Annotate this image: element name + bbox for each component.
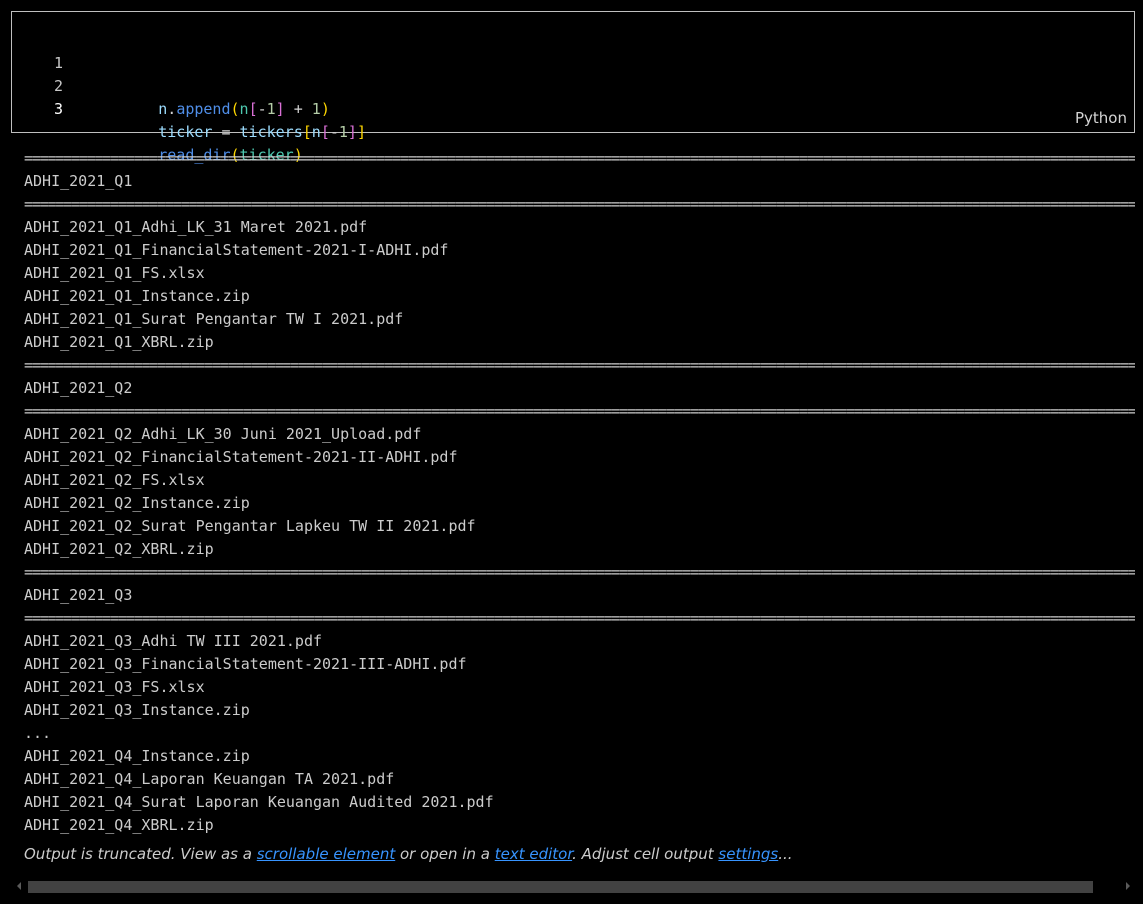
code-cell[interactable]: 1 n.append(n[-1] + 1) 2 ticker = tickers… bbox=[11, 11, 1135, 164]
scrollbar-thumb[interactable] bbox=[28, 881, 1093, 893]
cell-output: ========================================… bbox=[24, 147, 1135, 837]
output-line: ADHI_2021_Q2_Surat Pengantar Lapkeu TW I… bbox=[24, 517, 476, 535]
output-separator: ========================================… bbox=[24, 149, 1135, 167]
output-line: ADHI_2021_Q2_FinancialStatement-2021-II-… bbox=[24, 448, 458, 466]
code-token: [ bbox=[302, 123, 312, 141]
output-line: ADHI_2021_Q1_FS.xlsx bbox=[24, 264, 205, 282]
code-editor[interactable]: 1 n.append(n[-1] + 1) 2 ticker = tickers… bbox=[12, 29, 366, 164]
output-line: ADHI_2021_Q1_FinancialStatement-2021-I-A… bbox=[24, 241, 449, 259]
output-line: ADHI_2021_Q4_XBRL.zip bbox=[24, 816, 214, 834]
code-line-3[interactable]: 3 read_dir(ticker) bbox=[12, 75, 303, 164]
output-separator: ========================================… bbox=[24, 402, 1135, 420]
output-line: ADHI_2021_Q1 bbox=[24, 172, 133, 190]
output-separator: ========================================… bbox=[24, 356, 1135, 374]
code-token: [ bbox=[320, 123, 330, 141]
output-line: ADHI_2021_Q4_Surat Laporan Keuangan Audi… bbox=[24, 793, 494, 811]
settings-link[interactable]: settings bbox=[718, 845, 778, 863]
notice-text: Output is truncated. View as a bbox=[24, 845, 257, 863]
scroll-right-icon[interactable] bbox=[1126, 882, 1130, 890]
output-line: ADHI_2021_Q2_FS.xlsx bbox=[24, 471, 205, 489]
output-separator: ========================================… bbox=[24, 195, 1135, 213]
output-line: ADHI_2021_Q2 bbox=[24, 379, 133, 397]
output-line: ADHI_2021_Q3_FS.xlsx bbox=[24, 678, 205, 696]
scrollable-element-link[interactable]: scrollable element bbox=[257, 845, 395, 863]
notice-text: . Adjust cell output bbox=[572, 845, 719, 863]
code-token: - bbox=[329, 123, 339, 141]
output-line: ADHI_2021_Q3_FinancialStatement-2021-III… bbox=[24, 655, 467, 673]
code-line-2[interactable]: 2 ticker = tickers[n[-1]] bbox=[12, 52, 366, 141]
code-token: 1 bbox=[338, 123, 348, 141]
notice-text: ... bbox=[778, 845, 793, 863]
output-line: ADHI_2021_Q1_Adhi_LK_31 Maret 2021.pdf bbox=[24, 218, 368, 236]
output-truncated-notice: Output is truncated. View as a scrollabl… bbox=[24, 845, 793, 863]
output-line: ... bbox=[24, 724, 52, 742]
output-line: ADHI_2021_Q2_XBRL.zip bbox=[24, 540, 214, 558]
code-token: ] bbox=[347, 123, 357, 141]
output-line: ADHI_2021_Q3_Instance.zip bbox=[24, 701, 250, 719]
output-line: ADHI_2021_Q2_Instance.zip bbox=[24, 494, 250, 512]
output-line: ADHI_2021_Q2_Adhi_LK_30 Juni 2021_Upload… bbox=[24, 425, 422, 443]
output-line: ADHI_2021_Q3 bbox=[24, 586, 133, 604]
line-number: 3 bbox=[53, 100, 63, 118]
cell-language-label[interactable]: Python bbox=[1075, 109, 1127, 127]
text-editor-link[interactable]: text editor bbox=[495, 845, 572, 863]
output-line: ADHI_2021_Q1_Surat Pengantar TW I 2021.p… bbox=[24, 310, 404, 328]
output-line: ADHI_2021_Q1_XBRL.zip bbox=[24, 333, 214, 351]
scroll-left-icon[interactable] bbox=[17, 882, 21, 890]
output-line: ADHI_2021_Q4_Instance.zip bbox=[24, 747, 250, 765]
code-line-1[interactable]: 1 n.append(n[-1] + 1) bbox=[12, 29, 330, 118]
output-separator: ========================================… bbox=[24, 609, 1135, 627]
notice-text: or open in a bbox=[395, 845, 495, 863]
horizontal-scrollbar[interactable] bbox=[12, 879, 1135, 895]
output-line: ADHI_2021_Q1_Instance.zip bbox=[24, 287, 250, 305]
output-line: ADHI_2021_Q3_Adhi TW III 2021.pdf bbox=[24, 632, 323, 650]
output-line: ADHI_2021_Q4_Laporan Keuangan TA 2021.pd… bbox=[24, 770, 395, 788]
code-token: ] bbox=[356, 123, 366, 141]
code-token: n bbox=[311, 123, 321, 141]
output-separator: ========================================… bbox=[24, 563, 1135, 581]
